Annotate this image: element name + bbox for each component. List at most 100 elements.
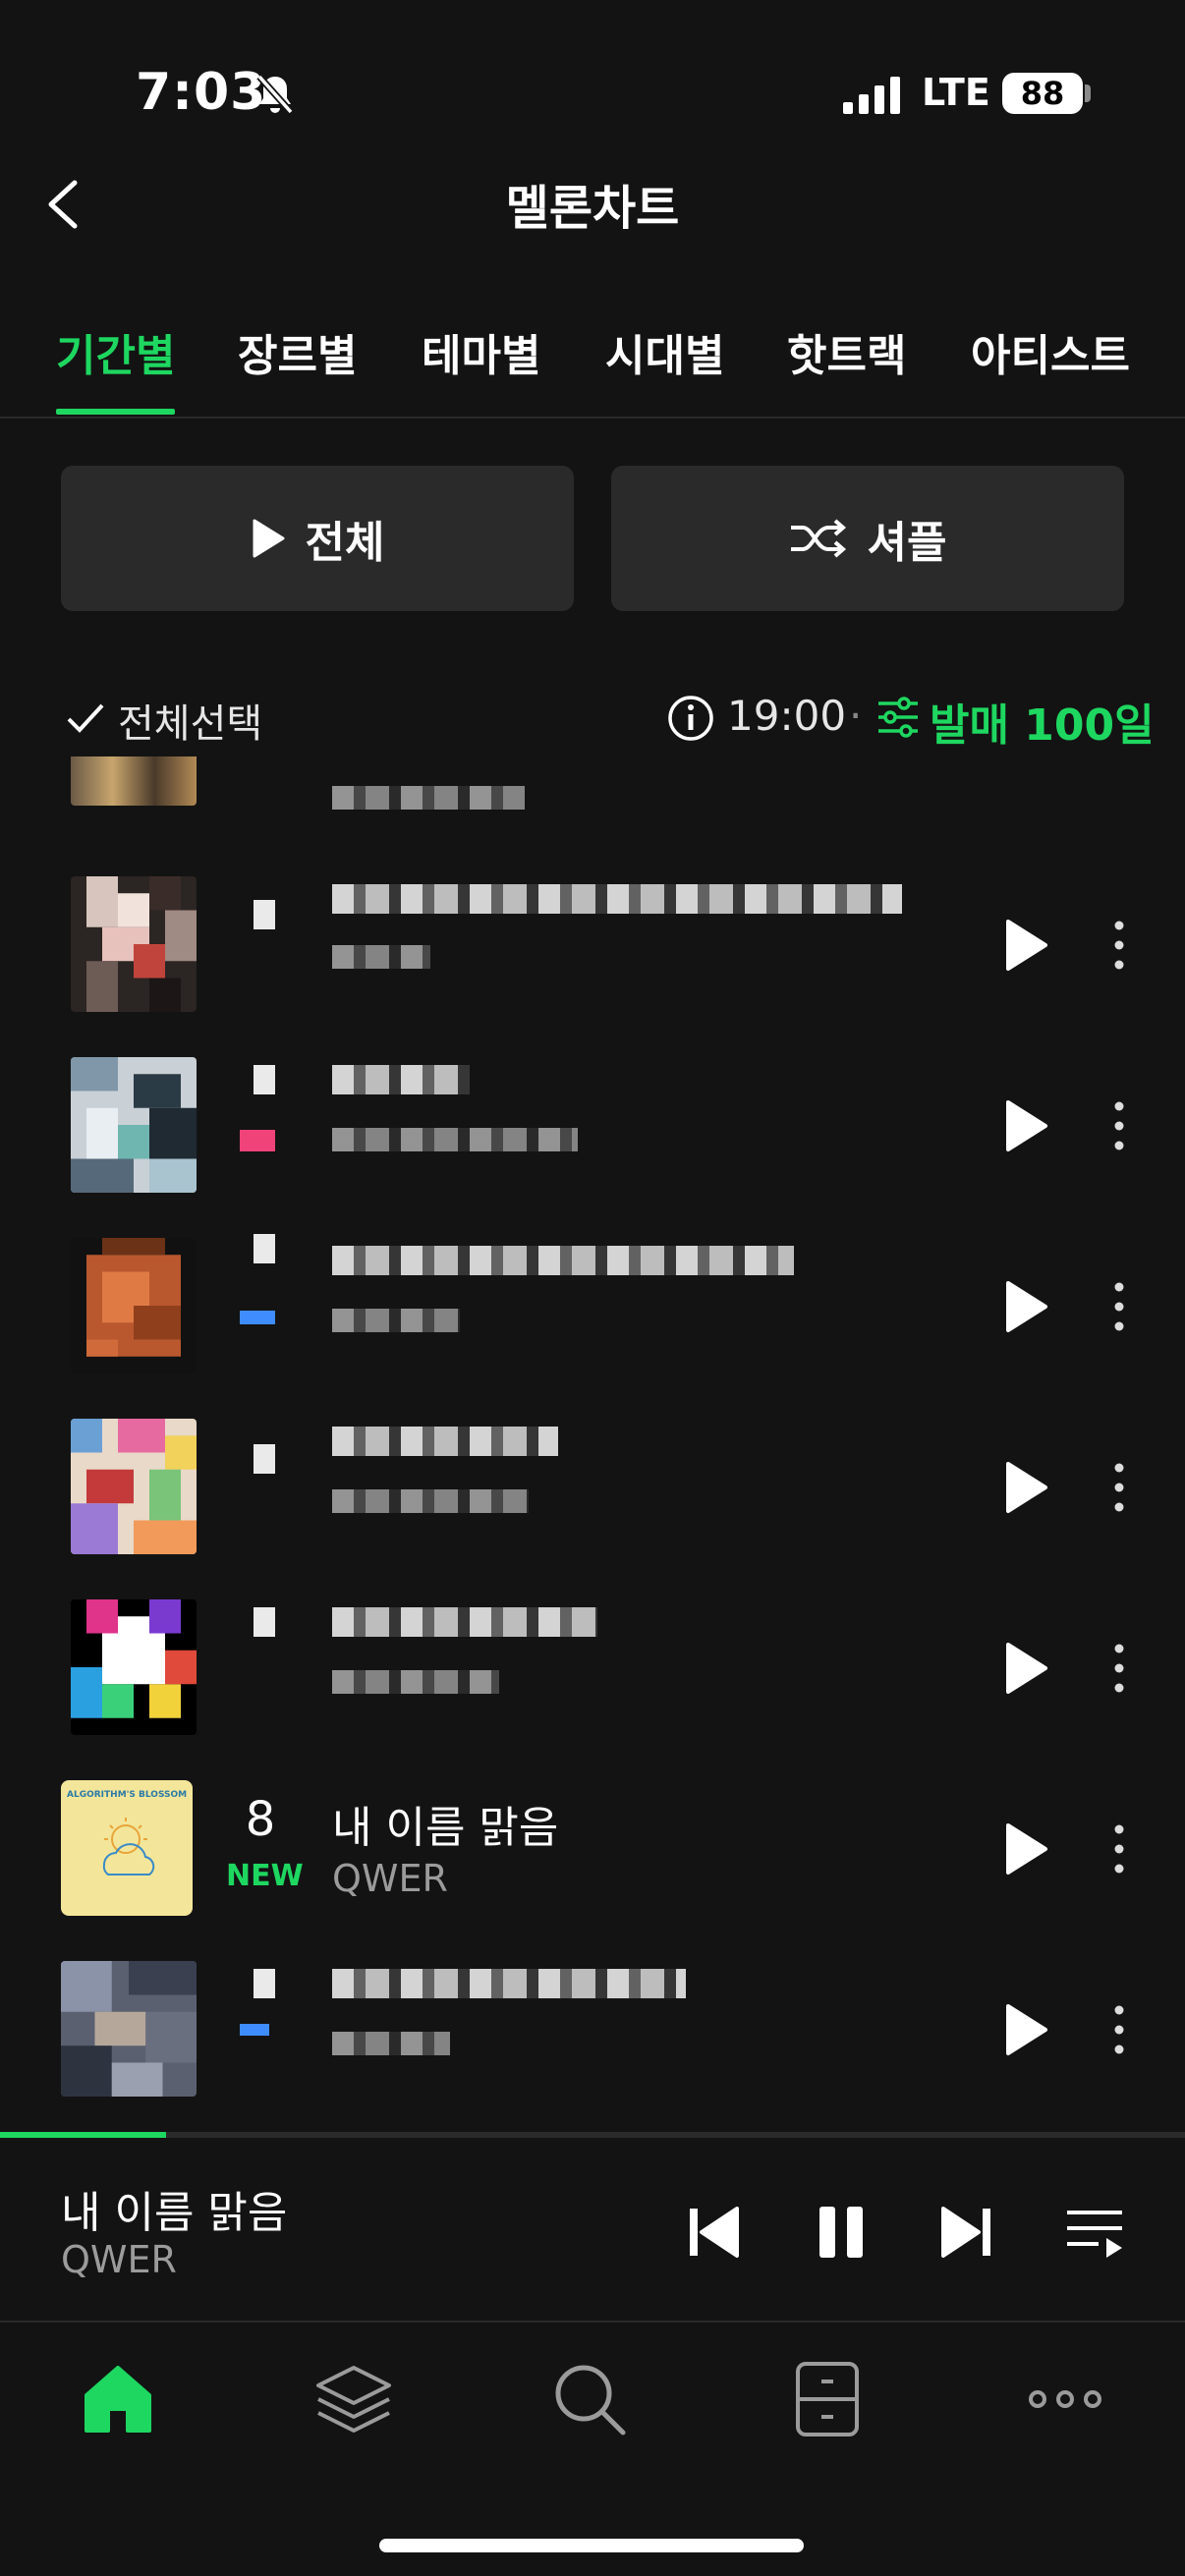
obscured-rank — [254, 1234, 275, 1263]
more-vertical-icon[interactable] — [1104, 1639, 1134, 1698]
status-bar: 7:03 LTE 88 — [0, 0, 1185, 187]
status-time: 7:03 — [136, 63, 267, 122]
playlist-icon[interactable] — [1063, 2201, 1126, 2264]
play-all-button[interactable]: 전체 — [61, 466, 574, 611]
pixelated-album-art — [71, 1599, 197, 1735]
song-list: ALGORITHM'S BLOSSOM 8 NEW 내 이름 맑음 QWER — [0, 756, 1185, 2132]
list-item[interactable] — [0, 1939, 1185, 2120]
obscured-rank — [254, 1607, 275, 1637]
song-rank: 8 — [245, 1792, 276, 1847]
more-vertical-icon[interactable] — [1104, 1277, 1134, 1336]
obscured-artist — [332, 1128, 578, 1151]
shuffle-button[interactable]: 셔플 — [611, 466, 1124, 611]
melon-chart-screen: { "status_bar": { "time": "7:03", "netwo… — [0, 0, 1185, 2576]
play-icon[interactable] — [1002, 1460, 1049, 1515]
album-art — [71, 1419, 197, 1554]
silent-bell-icon — [256, 74, 294, 115]
list-item[interactable] — [0, 855, 1185, 1036]
more-vertical-icon[interactable] — [1104, 916, 1134, 975]
obscured-artist — [332, 1670, 499, 1694]
song-title: 내 이름 맑음 — [332, 1803, 559, 1853]
chart-update-time: 19:00 — [727, 692, 847, 740]
album-art — [71, 1057, 197, 1193]
mini-player[interactable]: 내 이름 맑음 QWER — [0, 2138, 1185, 2323]
tab-period[interactable]: 기간별 — [56, 320, 175, 383]
list-item[interactable] — [0, 1397, 1185, 1578]
search-icon[interactable] — [550, 2360, 629, 2438]
more-vertical-icon[interactable] — [1104, 1096, 1134, 1155]
shuffle-icon — [790, 519, 846, 558]
album-art — [71, 876, 197, 1012]
pixelated-album-art — [71, 1419, 197, 1554]
home-icon[interactable] — [79, 2360, 157, 2438]
obscured-title — [332, 1607, 597, 1637]
pixelated-album-art — [71, 1238, 197, 1373]
play-icon[interactable] — [1002, 918, 1049, 973]
list-item[interactable] — [0, 1036, 1185, 1216]
home-indicator — [379, 2539, 804, 2552]
sun-cloud-icon — [102, 1818, 155, 1876]
active-tab-indicator — [56, 409, 175, 415]
more-vertical-icon[interactable] — [1104, 1458, 1134, 1517]
battery-indicator: 88 — [1002, 73, 1083, 114]
pixelated-album-art — [61, 1961, 197, 2097]
list-item[interactable] — [0, 756, 1185, 829]
list-item[interactable]: ALGORITHM'S BLOSSOM 8 NEW 내 이름 맑음 QWER — [0, 1759, 1185, 1939]
skip-previous-icon[interactable] — [682, 2201, 745, 2264]
rank-down-indicator — [240, 2024, 269, 2036]
separator-dot: · — [849, 692, 863, 740]
obscured-title — [332, 1065, 470, 1094]
check-icon[interactable] — [65, 698, 106, 739]
network-type: LTE — [922, 71, 990, 114]
tab-hottrack[interactable]: 핫트랙 — [787, 320, 906, 383]
pixelated-album-art — [71, 876, 197, 1012]
play-all-label: 전체 — [305, 518, 385, 568]
more-vertical-icon[interactable] — [1104, 1820, 1134, 1878]
select-all-label[interactable]: 전체선택 — [118, 692, 262, 749]
list-item[interactable] — [0, 1578, 1185, 1759]
obscured-rank — [254, 900, 275, 929]
rank-down-indicator — [240, 1311, 275, 1324]
album-art — [61, 1961, 197, 2097]
tab-genre[interactable]: 장르별 — [238, 320, 357, 383]
more-vertical-icon[interactable] — [1104, 2000, 1134, 2059]
obscured-rank — [254, 1065, 275, 1094]
page-title: 멜론차트 — [505, 181, 680, 236]
play-icon[interactable] — [1002, 1641, 1049, 1696]
tab-theme[interactable]: 테마별 — [422, 320, 540, 383]
release-filter-label[interactable]: 발매 100일 — [930, 690, 1155, 753]
rank-up-indicator — [240, 1130, 275, 1151]
obscured-text — [332, 786, 525, 810]
skip-next-icon[interactable] — [935, 2201, 998, 2264]
layers-icon[interactable] — [314, 2360, 393, 2438]
cellular-signal-icon — [843, 77, 900, 114]
tab-era[interactable]: 시대별 — [605, 320, 724, 383]
obscured-title — [332, 1427, 558, 1456]
play-icon[interactable] — [1002, 1279, 1049, 1334]
pixelated-album-art — [71, 1057, 197, 1193]
song-artist: QWER — [332, 1857, 448, 1900]
more-horizontal-icon[interactable] — [1026, 2360, 1104, 2438]
chart-tabs: 기간별 장르별 테마별 시대별 핫트랙 아티스트 — [0, 314, 1185, 419]
filter-sliders-icon[interactable] — [876, 696, 920, 739]
pause-icon[interactable] — [810, 2201, 873, 2264]
list-item[interactable] — [0, 1216, 1185, 1397]
info-icon[interactable] — [666, 694, 715, 743]
shuffle-label: 셔플 — [867, 518, 947, 568]
obscured-artist — [332, 945, 430, 969]
play-icon[interactable] — [1002, 1821, 1049, 1876]
album-art — [71, 1238, 197, 1373]
obscured-title — [332, 1246, 794, 1275]
play-icon[interactable] — [1002, 2002, 1049, 2057]
play-icon — [253, 519, 285, 558]
obscured-rank — [254, 1444, 275, 1474]
now-playing-title: 내 이름 맑음 — [61, 2188, 288, 2238]
tab-artist[interactable]: 아티스트 — [971, 320, 1130, 383]
album-art: ALGORITHM'S BLOSSOM — [61, 1780, 193, 1916]
play-icon[interactable] — [1002, 1098, 1049, 1153]
obscured-artist — [332, 2032, 450, 2055]
album-art — [71, 1599, 197, 1735]
drawer-icon[interactable] — [788, 2360, 867, 2438]
obscured-title — [332, 884, 902, 914]
obscured-artist — [332, 1309, 460, 1332]
